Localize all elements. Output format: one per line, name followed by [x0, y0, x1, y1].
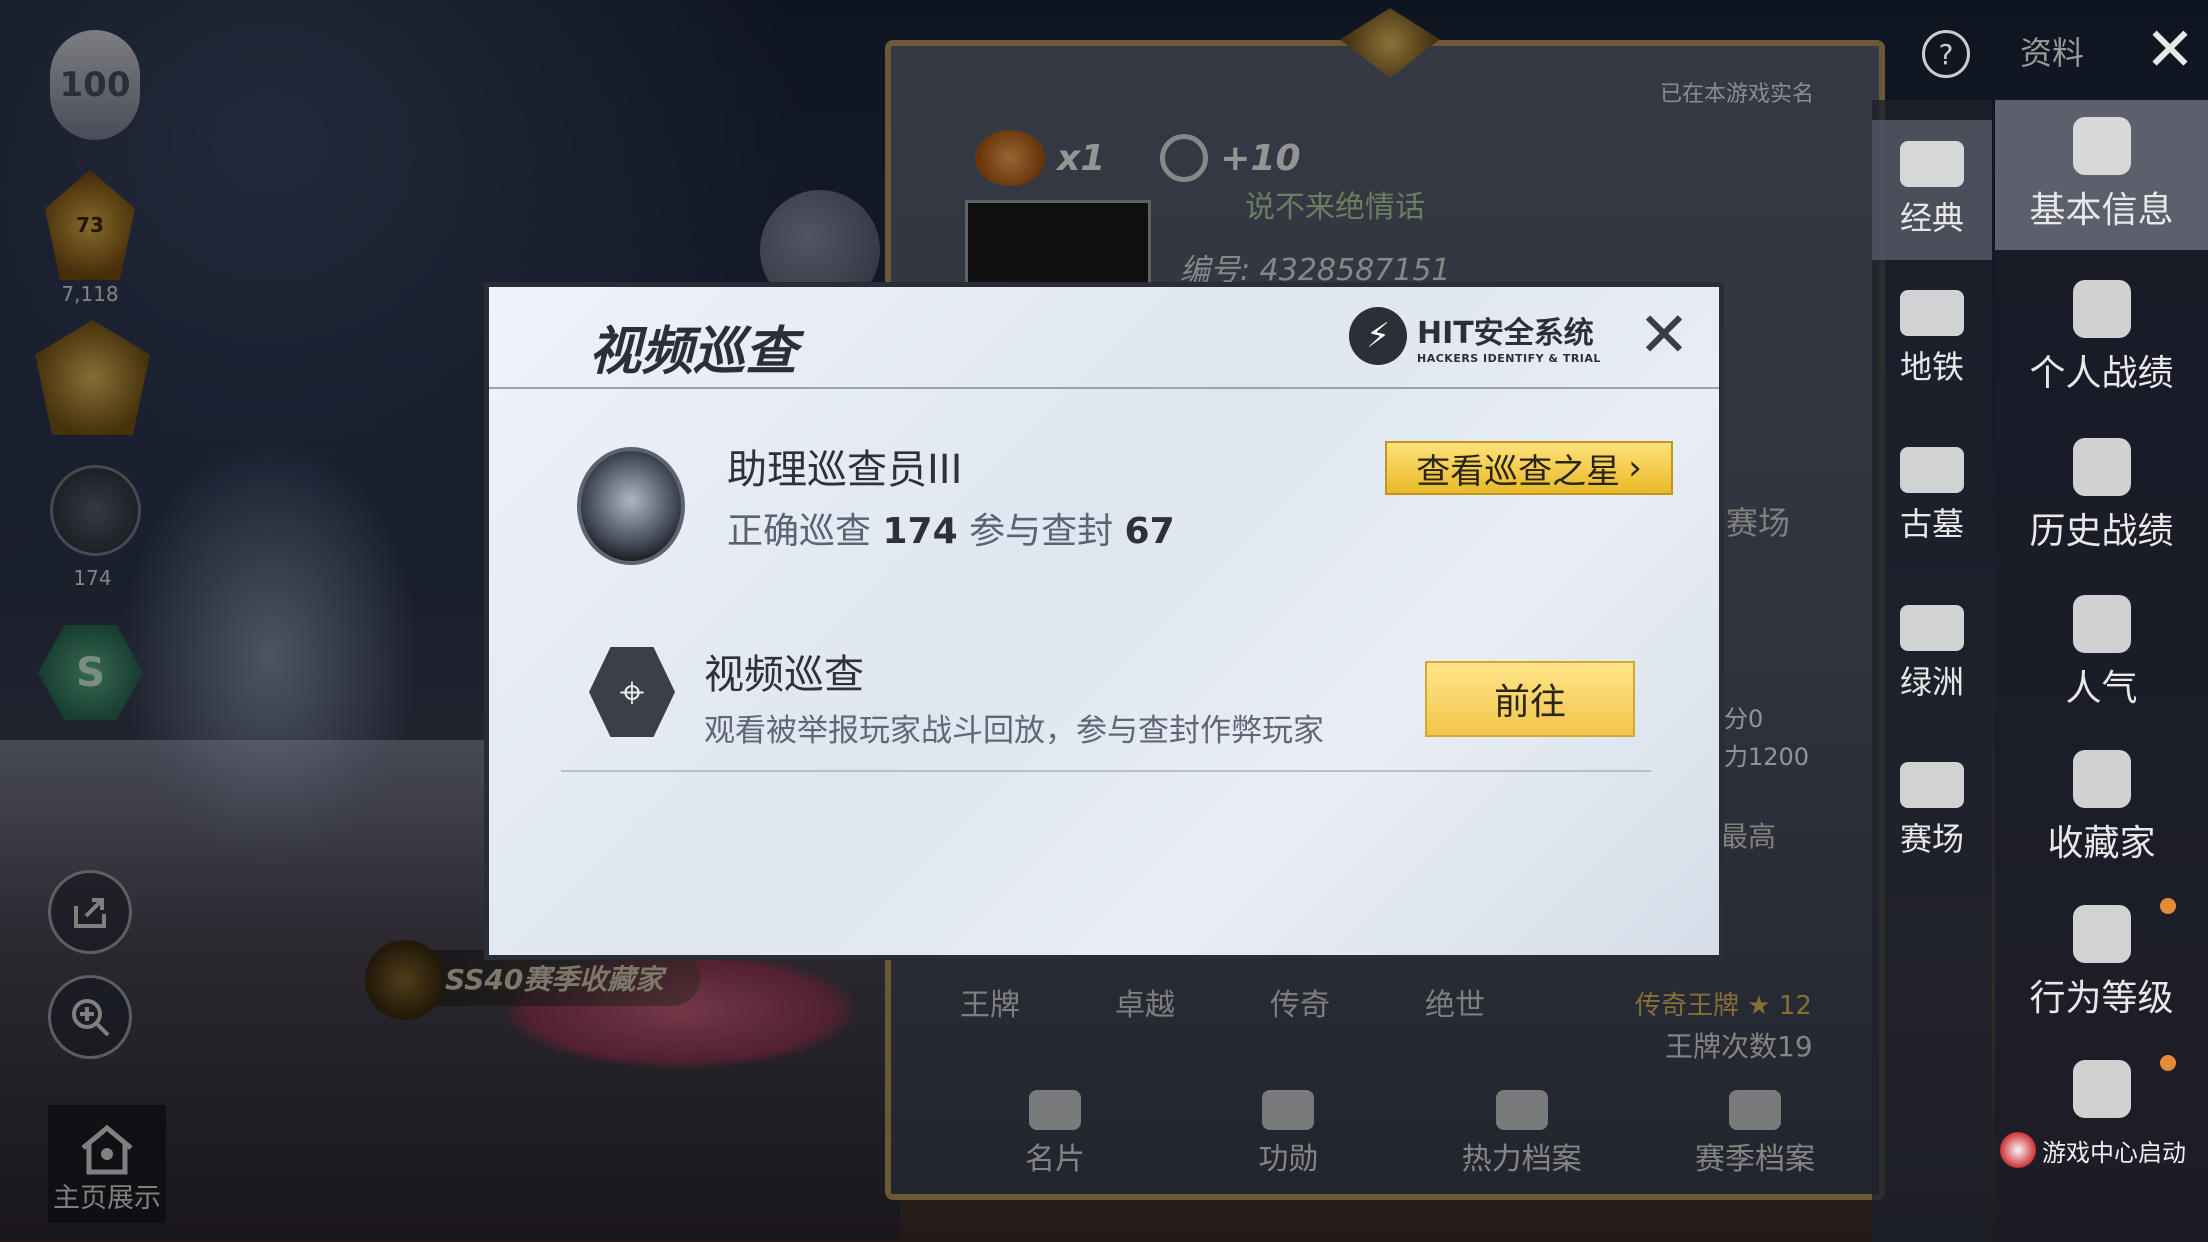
patroller-rank: 助理巡查员III	[727, 447, 963, 493]
close-page-button[interactable]: ✕	[2140, 20, 2200, 80]
chevron-right-icon: ›	[1628, 448, 1642, 488]
profile-title: 资料	[2020, 34, 2085, 72]
divider	[561, 770, 1651, 772]
classic-mode-icon	[1900, 141, 1964, 187]
lightning-shield-icon: ⚡	[1349, 307, 1407, 365]
hit-logo-text: HIT安全系统 HACKERS IDENTIFY & TRIAL	[1417, 308, 1601, 365]
popularity-icon	[2072, 595, 2131, 653]
mode-item-tomb[interactable]: 古墓	[1872, 447, 1992, 545]
sidebar-item-label: 行为等级	[2029, 978, 2174, 1019]
correct-patrol-value: 174	[882, 511, 958, 552]
view-patrol-star-button[interactable]: 查看巡查之星 ›	[1385, 441, 1673, 495]
arena-mode-icon	[1900, 762, 1964, 808]
sidebar-item-document[interactable]	[1995, 1060, 2208, 1118]
sidebar-item-personal-record[interactable]: 个人战绩	[1995, 280, 2208, 396]
sidebar-item-behavior-level[interactable]: 行为等级	[1995, 905, 2208, 1021]
mode-column: 经典 地铁 古墓 绿洲 赛场	[1872, 100, 1992, 1242]
game-center-label: 游戏中心启动	[2042, 1138, 2186, 1167]
help-button[interactable]: ?	[1922, 30, 1970, 78]
sidebar-item-collector[interactable]: 收藏家	[1995, 750, 2208, 866]
goto-button[interactable]: 前往	[1425, 661, 1635, 737]
crosshair-icon: ⌖	[589, 647, 675, 737]
game-center-launch[interactable]: 游戏中心启动	[2000, 1125, 2205, 1175]
modal-title: 视频巡查	[589, 322, 798, 382]
sidebar-item-label: 基本信息	[2029, 190, 2174, 231]
ban-participation-label: 参与查封	[969, 511, 1114, 552]
ban-participation-value: 67	[1124, 511, 1175, 552]
mode-label: 古墓	[1899, 505, 1964, 543]
tomb-mode-icon	[1900, 447, 1964, 493]
mode-label: 经典	[1899, 199, 1964, 237]
mode-item-classic[interactable]: 经典	[1872, 120, 1992, 260]
video-patrol-title: 视频巡查	[704, 652, 864, 698]
stats-icon	[2072, 280, 2131, 338]
history-icon	[2072, 438, 2131, 496]
metro-mode-icon	[1900, 290, 1964, 336]
sidebar-item-basic-info[interactable]: 基本信息	[1995, 100, 2208, 250]
correct-patrol-label: 正确巡查	[727, 511, 872, 552]
mode-label: 绿洲	[1899, 663, 1964, 701]
patroller-rank-badge-icon	[577, 447, 685, 565]
hit-logo-title: HIT安全系统	[1417, 315, 1594, 351]
close-modal-button[interactable]: ✕	[1634, 304, 1694, 366]
oasis-mode-icon	[1900, 605, 1964, 651]
notification-dot	[2160, 1055, 2176, 1071]
hit-logo: ⚡ HIT安全系统 HACKERS IDENTIFY & TRIAL	[1349, 307, 1601, 365]
mode-label: 地铁	[1899, 348, 1964, 386]
patroller-stats: 正确巡查 174 参与查封 67	[727, 502, 1175, 554]
sidebar-item-label: 收藏家	[2047, 823, 2156, 864]
behavior-icon	[2072, 905, 2131, 963]
document-icon	[2072, 1060, 2131, 1118]
notification-dot	[2160, 898, 2176, 914]
game-center-icon	[2000, 1132, 2036, 1168]
sidebar-item-label: 历史战绩	[2029, 511, 2174, 552]
sidebar-item-label: 人气	[2065, 668, 2138, 709]
sidebar-item-popularity[interactable]: 人气	[1995, 595, 2208, 711]
hit-logo-subtitle: HACKERS IDENTIFY & TRIAL	[1417, 351, 1601, 365]
video-patrol-description: 观看被举报玩家战斗回放，参与查封作弊玩家	[704, 713, 1324, 749]
sidebar-item-history-record[interactable]: 历史战绩	[1995, 438, 2208, 554]
patrol-star-button-label: 查看巡查之星	[1416, 451, 1621, 492]
mode-item-metro[interactable]: 地铁	[1872, 290, 1992, 388]
mode-label: 赛场	[1899, 820, 1964, 858]
mode-item-arena[interactable]: 赛场	[1872, 762, 1992, 860]
video-patrol-modal: 视频巡查 ⚡ HIT安全系统 HACKERS IDENTIFY & TRIAL …	[484, 282, 1724, 960]
mode-item-oasis[interactable]: 绿洲	[1872, 605, 1992, 703]
user-icon	[2072, 117, 2131, 175]
sidebar-item-label: 个人战绩	[2029, 353, 2174, 394]
collector-icon	[2072, 750, 2131, 808]
profile-column: 基本信息 个人战绩 历史战绩 人气 收藏家 行为等级	[1995, 100, 2208, 1242]
